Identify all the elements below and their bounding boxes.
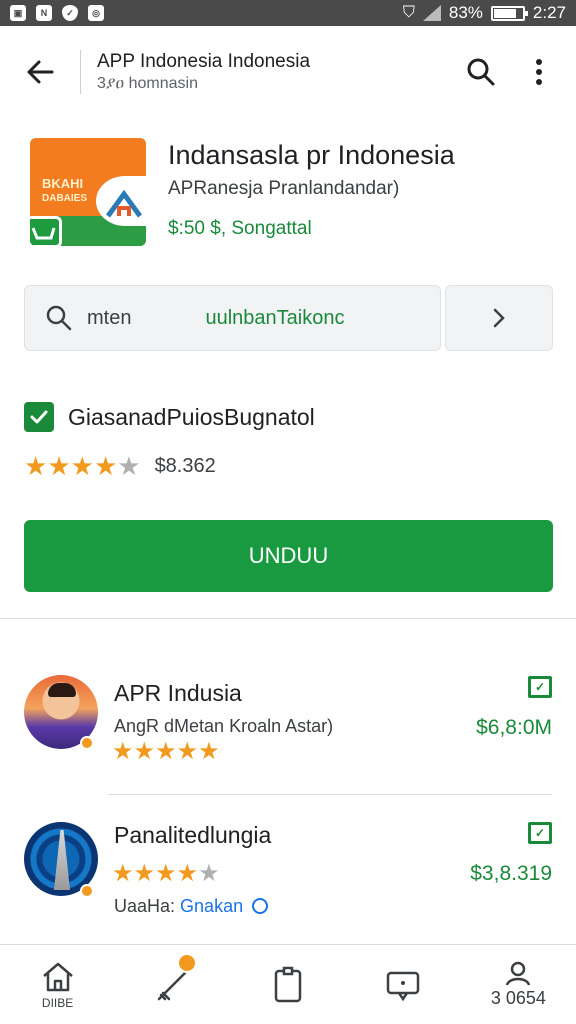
more-options-button[interactable]: [510, 26, 568, 118]
rating-count: $8.362: [154, 454, 216, 477]
settings-notification-icon: ◎: [88, 5, 104, 21]
item-price: $3,8.319: [470, 862, 552, 885]
nfc-notification-icon: N: [36, 5, 52, 21]
app-icon: BKAHI DABAIES: [30, 138, 146, 246]
app-bar-titles: APP Indonesia Indonesia 3ያዐ homnasin: [97, 51, 452, 93]
search-highlight: uulnbanTaikonc: [205, 306, 345, 329]
star-filled-icon: ★: [112, 738, 134, 765]
star-filled-icon: ★: [24, 451, 48, 481]
search-icon: [46, 305, 72, 331]
checkbox-label: GiasanadPuiosBugnatol: [68, 403, 315, 430]
clipboard-icon: [274, 966, 302, 1002]
data-saver-icon: ⛉: [402, 4, 415, 21]
app-badge-icon: [30, 216, 62, 246]
app-header: BKAHI DABAIES Indansasla pr Indonesia AP…: [0, 130, 576, 260]
app-name: Indansasla pr Indonesia: [168, 140, 455, 170]
divider: [80, 50, 81, 94]
shield-notification-icon: ✓: [62, 5, 78, 21]
chat-icon: [386, 971, 420, 1001]
rating-stars: ★ ★ ★ ★ ★: [24, 452, 141, 480]
icon-text-line2: DABAIES: [42, 193, 88, 204]
next-button[interactable]: [445, 285, 553, 351]
item-sub-prefix: UaaHa:: [114, 896, 176, 916]
item-stars: ★ ★ ★ ★ ★: [112, 738, 220, 766]
status-bar: ▣ N ✓ ◎ ⛉ 83% 2:27: [0, 0, 576, 26]
verified-badge-icon: ✓: [528, 822, 552, 844]
nav-profile[interactable]: 3 0654: [461, 945, 576, 1024]
app-bar-title: APP Indonesia Indonesia: [97, 51, 311, 72]
bottom-navigation: DIIBE 3 0654: [0, 944, 576, 1024]
star-filled-icon: ★: [112, 860, 134, 887]
star-filled-icon: ★: [176, 738, 199, 765]
avatar-badge: [80, 884, 94, 898]
arrow-left-icon: [27, 60, 54, 84]
item-sub-link[interactable]: Gnakan: [180, 896, 243, 916]
icon-text-line1: BKAHI: [42, 176, 84, 191]
list-divider: [108, 794, 552, 795]
star-filled-icon: ★: [93, 451, 118, 481]
nav-profile-label: 3 0654: [490, 988, 546, 1008]
back-button[interactable]: [0, 26, 80, 118]
star-filled-icon: ★: [198, 738, 220, 765]
avatar-badge: [80, 736, 94, 750]
item-price: $6,8:0M: [476, 716, 552, 739]
developer-name[interactable]: APRanesja Pranlandandar): [168, 178, 399, 200]
app-bar-subtitle: 3ያዐ homnasin: [97, 75, 199, 92]
image-notification-icon: ▣: [10, 5, 26, 21]
info-circle-icon: [252, 898, 269, 914]
star-filled-icon: ★: [133, 860, 156, 887]
checkbox-row[interactable]: GiasanadPuiosBugnatol: [24, 402, 315, 432]
item-title: APR Indusia: [114, 680, 242, 706]
star-empty-icon: ★: [198, 860, 220, 887]
star-empty-icon: ★: [117, 451, 141, 481]
search-row: mten uulnbanTaikonc: [24, 285, 553, 351]
star-filled-icon: ★: [176, 860, 199, 887]
signal-icon: [422, 5, 441, 21]
item-subtitle: UaaHa: Gnakan: [114, 896, 269, 917]
home-icon: [42, 962, 73, 991]
section-divider: [0, 618, 576, 619]
star-filled-icon: ★: [70, 451, 94, 481]
search-field[interactable]: mten uulnbanTaikonc: [24, 285, 441, 351]
icon-text: BKAHI DABAIES: [42, 176, 87, 206]
checkbox[interactable]: [24, 402, 54, 432]
icon-emblem: [96, 176, 146, 226]
app-price: $:50 $, Songattal: [168, 218, 312, 239]
app-bar: APP Indonesia Indonesia 3ያዐ homnasin: [0, 26, 576, 118]
battery-icon: [490, 5, 528, 21]
install-button[interactable]: UNDUU: [24, 520, 553, 592]
item-stars: ★ ★ ★ ★ ★: [112, 860, 220, 888]
rating-row: ★ ★ ★ ★ ★ $8.362: [24, 452, 216, 480]
list-item[interactable]: Panalitedlungia ★ ★ ★ ★ ★ UaaHa: Gnakan ✓ $3…: [0, 800, 576, 920]
nav-chat[interactable]: [346, 945, 461, 1024]
nav-home[interactable]: DIIBE: [0, 945, 115, 1024]
nav-rocket[interactable]: [115, 945, 230, 1024]
star-filled-icon: ★: [155, 860, 177, 887]
clock: 2:27: [532, 3, 566, 22]
star-filled-icon: ★: [155, 738, 177, 765]
house-icon: [105, 189, 143, 218]
check-icon: [30, 410, 48, 424]
verified-badge-icon: ✓: [528, 676, 552, 698]
person-icon: [506, 961, 531, 986]
battery-percent: 83%: [448, 3, 483, 22]
list-item[interactable]: APR Indusia AngR dMetan Kroaln Astar) ★ ★…: [0, 660, 576, 780]
nav-clipboard[interactable]: [230, 945, 345, 1024]
search-icon: [467, 58, 495, 86]
item-title: Panalitedlungia: [114, 822, 272, 848]
nav-home-label: DIIBE: [41, 995, 74, 1010]
star-filled-icon: ★: [47, 451, 71, 481]
search-text: mten: [87, 306, 132, 329]
star-filled-icon: ★: [133, 738, 156, 765]
search-button[interactable]: [452, 26, 510, 118]
item-subtitle: AngR dMetan Kroaln Astar): [114, 716, 334, 736]
chevron-right-icon: [493, 308, 505, 328]
more-vert-icon: [536, 59, 542, 85]
notification-badge: [177, 953, 198, 973]
